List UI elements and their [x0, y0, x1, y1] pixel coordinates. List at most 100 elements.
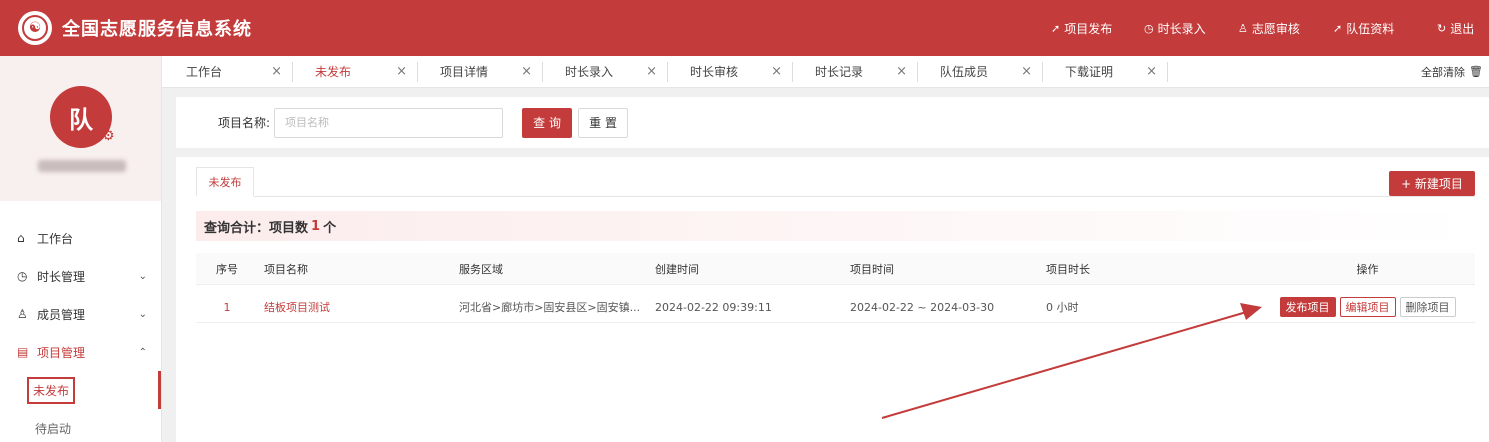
tab-bar: 工作台 × 未发布 × 项目详情 × 时长录入 × 时长审核 × 时长记录 × 队伍成员 × … [162, 56, 1489, 88]
sidebar-item-label: 项目管理 [37, 345, 86, 360]
tab-hours-review[interactable]: 时长审核 × [668, 61, 793, 82]
nav-hours-entry[interactable]: ◷ 时长录入 [1144, 20, 1206, 37]
column-header: 服务区域 [459, 263, 503, 276]
column-header: 操作 [1356, 263, 1379, 276]
query-summary: 查询合计：项目数 1 个 [196, 211, 1475, 241]
sidebar-menu: ⌂ 工作台 ◷ 时长管理 ⌄ ♙ 成员管理 ⌄ ▤ 项目管理 ⌃ 未发布 待启动 [0, 201, 161, 442]
cell-created-time: 2024-02-22 09:39:11 [655, 300, 772, 314]
sidebar-item-members[interactable]: ♙ 成员管理 ⌄ [0, 295, 161, 333]
sidebar: 队 ⚙ ⌂ 工作台 ◷ 时长管理 ⌄ ♙ 成员管理 ⌄ ▤ 项目管理 ⌃ 未发布… [0, 56, 162, 442]
tab-project-detail[interactable]: 项目详情 × [418, 61, 543, 82]
tab-label: 工作台 [186, 65, 223, 79]
sidebar-item-label: 时长管理 [37, 269, 86, 284]
project-name-label: 项目名称: [218, 116, 271, 130]
tab-label: 队伍成员 [940, 65, 989, 79]
nav-label: 队伍资料 [1346, 21, 1395, 36]
main-panel: 未发布 + 新建项目 查询合计：项目数 1 个 序号 项目名称 服务区域 创建时… [176, 157, 1489, 442]
tab-label: 项目详情 [440, 65, 489, 79]
publish-project-button[interactable]: 发布项目 [1279, 297, 1336, 317]
sidebar-item-label: 工作台 [37, 231, 74, 246]
sidebar-subitem-label: 待启动 [35, 421, 72, 436]
table-row: 1 结板项目测试 河北省>廊坊市>固安县区>固安镇... 2024-02-22 … [196, 291, 1475, 323]
sidebar-item-hours[interactable]: ◷ 时长管理 ⌄ [0, 257, 161, 295]
summary-suffix: 个 [323, 220, 337, 236]
clear-all-tabs-button[interactable]: 全部清除 🗑 [1421, 64, 1483, 80]
close-icon[interactable]: × [521, 64, 532, 79]
delete-project-button[interactable]: 删除项目 [1399, 297, 1456, 317]
sidebar-subitem-unpublished[interactable]: 未发布 [0, 371, 161, 409]
chevron-down-icon: ⌄ [138, 270, 147, 282]
tab-label: 未发布 [315, 65, 352, 79]
table-header: 序号 项目名称 服务区域 创建时间 项目时间 项目时长 操作 [196, 253, 1475, 285]
home-icon: ⌂ [17, 231, 25, 245]
project-name-input[interactable] [274, 107, 504, 138]
sidebar-subitem-pending[interactable]: 待启动 [0, 409, 161, 442]
clock-icon: ◷ [1144, 21, 1154, 35]
document-icon: ▤ [17, 345, 29, 359]
nav-label: 时长录入 [1157, 21, 1206, 36]
logo: ☯ [18, 11, 52, 45]
column-header: 序号 [216, 263, 238, 276]
column-header: 项目名称 [264, 263, 308, 276]
nav-logout[interactable]: ↻ 退出 [1437, 20, 1474, 37]
tab-download-certificate[interactable]: 下载证明 × [1043, 61, 1168, 82]
clear-all-label: 全部清除 [1421, 65, 1466, 79]
clock-icon: ◷ [17, 269, 28, 283]
user-icon: ♙ [17, 307, 28, 321]
tab-workbench[interactable]: 工作台 × [162, 61, 293, 82]
top-header: ☯ 全国志愿服务信息系统 ➚ 项目发布 ◷ 时长录入 ♙ 志愿审核 ➚ 队伍资料… [0, 0, 1489, 56]
column-header: 创建时间 [655, 263, 699, 276]
tab-label: 时长记录 [815, 65, 864, 79]
close-icon[interactable]: × [271, 64, 282, 79]
query-button[interactable]: 查 询 [522, 107, 573, 138]
sidebar-item-label: 成员管理 [37, 307, 86, 322]
tab-unpublished[interactable]: 未发布 × [293, 61, 418, 82]
cell-service-area: 河北省>廊坊市>固安县区>固安镇... [459, 301, 641, 314]
cell-index: 1 [223, 300, 231, 314]
nav-volunteer-review[interactable]: ♙ 志愿审核 [1238, 20, 1300, 37]
sidebar-subitem-label: 未发布 [27, 376, 76, 404]
search-panel: 项目名称: 查 询 重 置 [176, 97, 1489, 148]
profile-card: 队 ⚙ [0, 56, 161, 201]
close-icon[interactable]: × [771, 64, 782, 79]
nav-project-publish[interactable]: ➚ 项目发布 [1051, 20, 1112, 37]
gear-icon[interactable]: ⚙ [102, 128, 115, 144]
tab-hours-record[interactable]: 时长记录 × [793, 61, 918, 82]
tab-label: 时长审核 [690, 65, 739, 79]
volunteer-logo-icon: ☯ [22, 15, 48, 41]
summary-prefix: 查询合计：项目数 [204, 220, 309, 236]
close-icon[interactable]: × [396, 64, 407, 79]
cell-operations: 发布项目 编辑项目 删除项目 [1260, 291, 1475, 323]
close-icon[interactable]: × [1146, 64, 1157, 79]
sidebar-item-workbench[interactable]: ⌂ 工作台 [0, 219, 161, 257]
user-icon: ♙ [1238, 21, 1248, 35]
nav-label: 项目发布 [1064, 21, 1113, 36]
send-icon: ➚ [1333, 21, 1343, 35]
tab-unpublished-inner[interactable]: 未发布 [196, 167, 254, 197]
chevron-up-icon: ⌃ [138, 346, 147, 358]
tab-label: 下载证明 [1065, 65, 1114, 79]
sidebar-item-projects[interactable]: ▤ 项目管理 ⌃ [0, 333, 161, 371]
tab-team-members[interactable]: 队伍成员 × [918, 61, 1043, 82]
nav-label: 退出 [1450, 21, 1475, 36]
tab-hours-entry[interactable]: 时长录入 × [543, 61, 668, 82]
column-header: 项目时长 [1046, 263, 1090, 276]
trash-icon: 🗑 [1469, 65, 1483, 78]
chevron-down-icon: ⌄ [138, 308, 147, 320]
reset-button[interactable]: 重 置 [578, 107, 629, 138]
edit-project-button[interactable]: 编辑项目 [1339, 297, 1396, 317]
close-icon[interactable]: × [1021, 64, 1032, 79]
logout-icon: ↻ [1437, 21, 1447, 35]
nav-label: 志愿审核 [1251, 21, 1300, 36]
username-blurred [38, 160, 126, 172]
cell-project-name[interactable]: 结板项目测试 [264, 291, 330, 323]
divider [196, 196, 1475, 197]
new-project-button[interactable]: + 新建项目 [1389, 171, 1475, 196]
nav-team-info[interactable]: ➚ 队伍资料 [1333, 20, 1394, 37]
send-icon: ➚ [1051, 21, 1061, 35]
close-icon[interactable]: × [646, 64, 657, 79]
close-icon[interactable]: × [896, 64, 907, 79]
cell-duration: 0 小时 [1046, 301, 1079, 314]
tab-label: 时长录入 [565, 65, 614, 79]
summary-count: 1 [311, 218, 321, 234]
